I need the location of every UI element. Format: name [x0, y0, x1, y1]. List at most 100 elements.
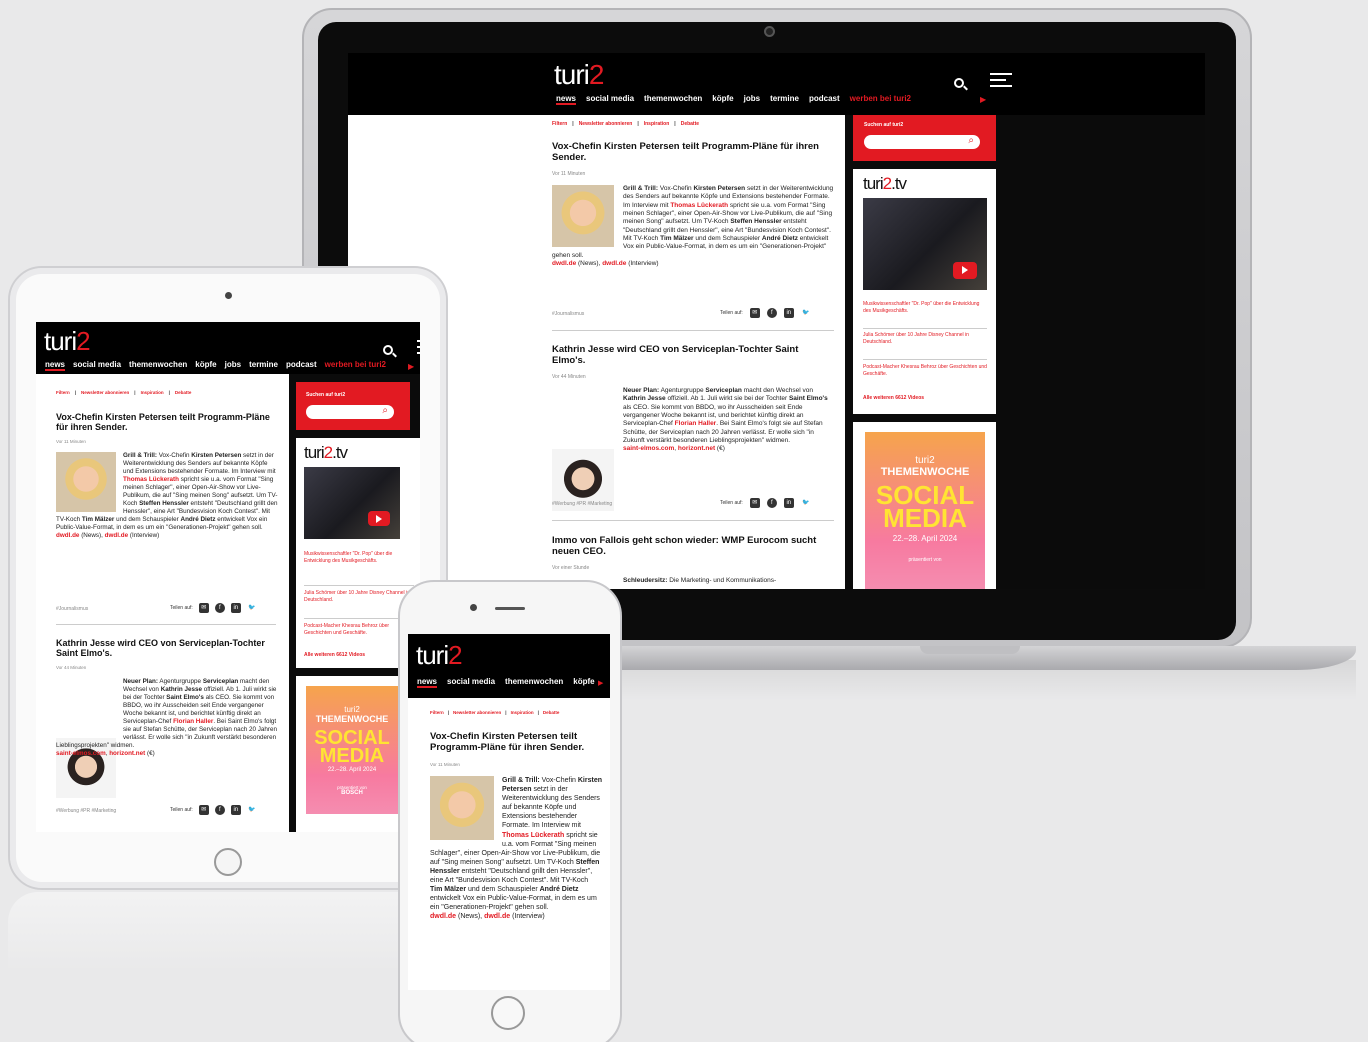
play-icon[interactable] — [368, 511, 390, 526]
menu-icon[interactable] — [990, 73, 1013, 87]
video-link[interactable]: Julia Schömer über 10 Jahre Disney Chann… — [863, 332, 987, 346]
nav-social-media[interactable]: social media — [586, 94, 634, 105]
search-input[interactable] — [306, 405, 394, 419]
nav-koepfe[interactable]: köpfe — [195, 360, 216, 371]
nav-social-media[interactable]: social media — [73, 360, 121, 371]
filter-bar: Filtern | Newsletter abonnieren | Inspirat… — [430, 710, 560, 715]
article-time: Vor einer Stunde — [552, 565, 590, 571]
article-time: Vor 11 Minuten — [56, 439, 86, 444]
facebook-icon[interactable]: f — [214, 603, 225, 613]
nav-podcast[interactable]: podcast — [286, 360, 317, 371]
linkedin-icon[interactable]: in — [230, 603, 241, 613]
nav-podcast[interactable]: podcast — [809, 94, 840, 105]
search-input[interactable] — [864, 135, 980, 149]
nav-jobs[interactable]: jobs — [744, 94, 760, 105]
mail-icon[interactable]: ✉ — [749, 308, 760, 318]
source-link[interactable]: horizont.net — [678, 445, 715, 452]
nav-termine[interactable]: termine — [249, 360, 278, 371]
article-tags[interactable]: #Journalismus — [552, 311, 584, 317]
more-videos-link[interactable]: Alle weiteren 6612 Videos — [304, 652, 365, 658]
article-title[interactable]: Immo von Fallois geht schon wieder: WMP … — [552, 535, 832, 558]
facebook-icon[interactable]: f — [766, 498, 777, 508]
article-tags[interactable]: #Werbung #PR #Marketing — [552, 501, 612, 507]
nav-arrow-icon[interactable]: ▶ — [598, 679, 603, 687]
nav-news[interactable]: news — [556, 94, 577, 105]
linkedin-icon[interactable]: in — [230, 805, 241, 815]
facebook-icon[interactable]: f — [214, 805, 225, 815]
twitter-icon[interactable]: 🐦 — [801, 498, 811, 508]
article-title[interactable]: Vox-Chefin Kirsten Petersen teilt Progra… — [552, 141, 837, 164]
tv-logo[interactable]: turi2.tv — [304, 443, 348, 463]
nav-koepfe[interactable]: köpfe — [712, 94, 733, 105]
site-logo[interactable]: turi2 — [44, 326, 91, 357]
twitter-icon[interactable]: 🐦 — [801, 308, 811, 318]
video-link[interactable]: Musikwissenschaftler "Dr. Pop" über die … — [863, 301, 987, 315]
linkedin-icon[interactable]: in — [783, 308, 794, 318]
nav-arrow-icon[interactable]: ▶ — [980, 95, 986, 104]
video-thumbnail[interactable] — [304, 467, 400, 539]
site-header: turi2 news social media themenwochen köp… — [348, 53, 1205, 115]
menu-icon[interactable] — [417, 340, 420, 354]
article-tags[interactable]: #Werbung #PR #Marketing — [56, 808, 116, 814]
source-link[interactable]: dwdl.de — [552, 260, 576, 267]
nav-arrow-icon[interactable]: ▶ — [408, 362, 414, 371]
nav-social-media[interactable]: social media — [447, 677, 495, 688]
nav-news[interactable]: news — [45, 360, 66, 371]
twitter-icon[interactable]: 🐦 — [247, 603, 257, 613]
nav-termine[interactable]: termine — [770, 94, 799, 105]
facebook-icon[interactable]: f — [766, 308, 777, 318]
share-bar: Teilen auf: ✉ f in 🐦 — [170, 805, 257, 815]
nav-werben[interactable]: werben bei turi2 — [850, 94, 911, 105]
themenwoche-poster[interactable]: turi2 THEMENWOCHE SOCIAL MEDIA 22.–28. A… — [865, 432, 985, 589]
inspiration-link[interactable]: Inspiration — [644, 121, 670, 127]
article-title[interactable]: Kathrin Jesse wird CEO von Serviceplan-T… — [56, 638, 278, 659]
nav-werben[interactable]: werben bei turi2 — [325, 360, 386, 371]
article-time: Vor 44 Minuten — [552, 374, 586, 380]
nav-themenwochen[interactable]: themenwochen — [644, 94, 702, 105]
video-link[interactable]: Podcast-Macher Khesrau Behroz über Gesch… — [863, 364, 987, 378]
phone-screen: turi2 news social media themenwochen köp… — [408, 634, 610, 990]
main-nav: news social media themenwochen köpfe job… — [556, 94, 911, 105]
laptop-camera — [764, 26, 775, 37]
search-icon[interactable] — [954, 78, 964, 88]
nav-themenwochen[interactable]: themenwochen — [129, 360, 187, 371]
linkedin-icon[interactable]: in — [783, 498, 794, 508]
video-thumbnail[interactable] — [863, 198, 987, 290]
nav-koepfe[interactable]: köpfe — [573, 677, 594, 688]
themenwoche-poster[interactable]: turi2 THEMENWOCHE SOCIAL MEDIA 22.–28. A… — [306, 686, 398, 814]
article-body: Neuer Plan: Agenturgruppe Serviceplan ma… — [56, 678, 278, 758]
video-link[interactable]: Musikwissenschaftler "Dr. Pop" über die … — [304, 551, 404, 565]
nav-news[interactable]: news — [417, 677, 438, 688]
tv-logo[interactable]: turi2.tv — [863, 174, 907, 194]
article-tags[interactable]: #Journalismus — [56, 606, 88, 612]
share-bar: Teilen auf: ✉ f in 🐦 — [170, 603, 257, 613]
search-icon[interactable] — [383, 345, 393, 355]
site-logo[interactable]: turi2 — [416, 640, 463, 671]
more-videos-link[interactable]: Alle weiteren 6612 Videos — [863, 395, 924, 401]
mail-icon[interactable]: ✉ — [749, 498, 760, 508]
site-logo[interactable]: turi2 — [554, 59, 604, 91]
ad-panel: turi2 THEMENWOCHE SOCIAL MEDIA 22.–28. A… — [853, 422, 996, 589]
article-body: Grill & Trill: Vox-Chefin Kirsten Peters… — [56, 452, 278, 540]
search-label: Suchen auf turi2 — [864, 122, 904, 128]
source-link[interactable]: saint-elmos.com — [623, 445, 674, 452]
video-link[interactable]: Julia Schömer über 10 Jahre Disney Chann… — [304, 590, 414, 604]
twitter-icon[interactable]: 🐦 — [247, 805, 257, 815]
main-column: Filtern | Newsletter abonnieren | Inspirat… — [36, 374, 289, 832]
play-icon[interactable] — [953, 262, 977, 279]
nav-themenwochen[interactable]: themenwochen — [505, 677, 563, 688]
debatte-link[interactable]: Debatte — [681, 121, 699, 127]
mail-icon[interactable]: ✉ — [198, 603, 209, 613]
article-body: Neuer Plan: Agenturgruppe Serviceplan ma… — [623, 387, 828, 453]
nav-jobs[interactable]: jobs — [225, 360, 241, 371]
phone-home-button[interactable] — [491, 996, 525, 1030]
mail-icon[interactable]: ✉ — [198, 805, 209, 815]
article-title[interactable]: Vox-Chefin Kirsten Petersen teilt Progra… — [56, 412, 271, 433]
article-title[interactable]: Kathrin Jesse wird CEO von Serviceplan-T… — [552, 344, 827, 367]
newsletter-link[interactable]: Newsletter abonnieren — [579, 121, 633, 127]
filter-link[interactable]: Filtern — [552, 121, 567, 127]
phone-camera — [470, 604, 477, 611]
tablet-home-button[interactable] — [214, 848, 242, 876]
article-title[interactable]: Vox-Chefin Kirsten Petersen teilt Progra… — [430, 731, 600, 754]
source-link[interactable]: dwdl.de — [602, 260, 626, 267]
